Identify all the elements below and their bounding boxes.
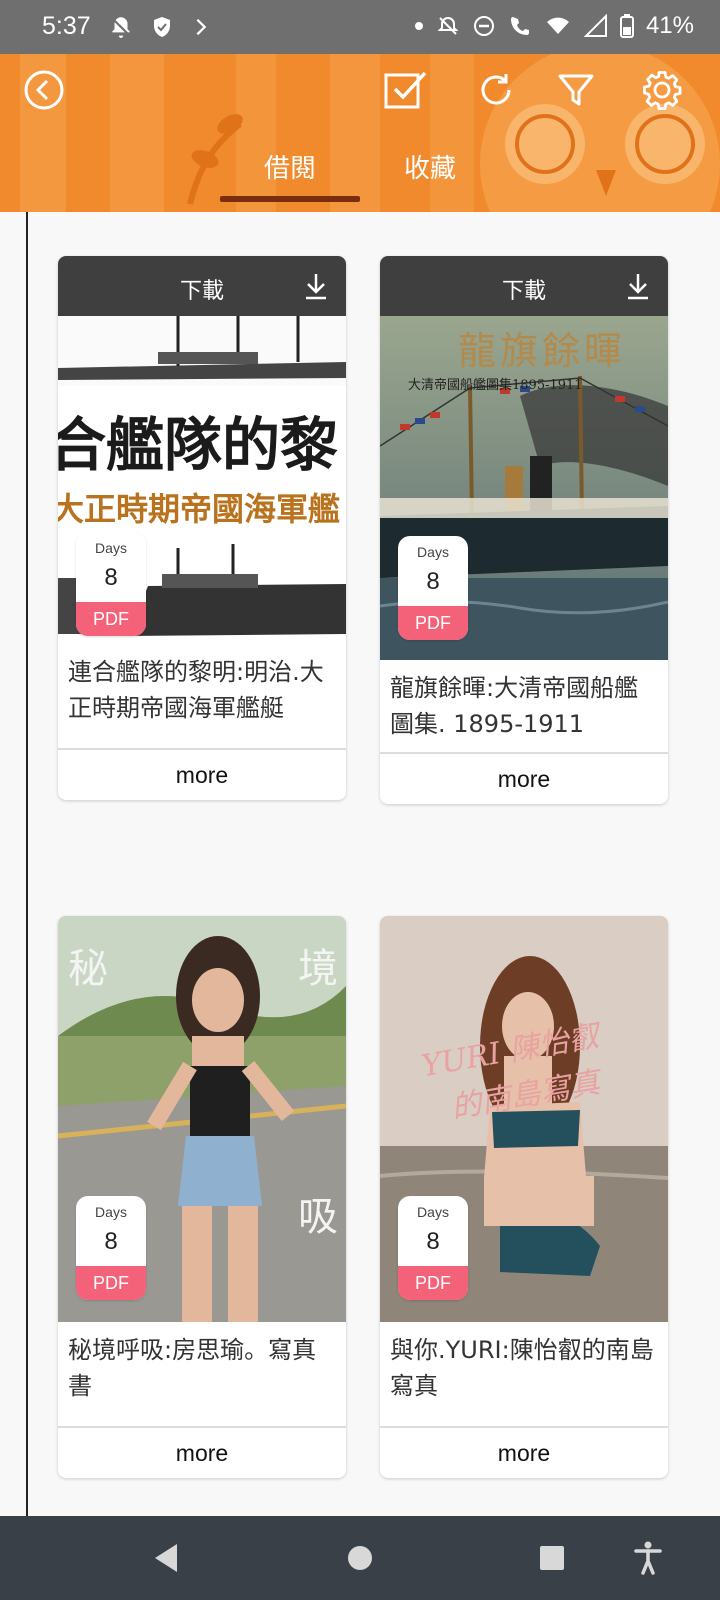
nav-back-button[interactable] xyxy=(144,1536,188,1580)
loan-days-badge: Days 8 PDF xyxy=(76,1196,146,1300)
days-label: Days xyxy=(95,1204,127,1220)
loan-days-badge: Days 8 PDF xyxy=(76,532,146,636)
settings-icon xyxy=(643,71,682,110)
download-icon xyxy=(628,274,648,300)
cover-subtitle-text: 大正時期帝國海軍艦 xyxy=(58,490,341,528)
alarm-off-icon xyxy=(437,16,459,35)
loan-days-badge: Days 8 PDF xyxy=(398,1196,468,1300)
status-left-icons xyxy=(108,14,212,40)
nav-accessibility-button[interactable] xyxy=(626,1536,670,1580)
download-label: 下載 xyxy=(179,279,224,304)
nav-home-button[interactable] xyxy=(338,1536,382,1580)
tab-borrow[interactable]: 借閱 xyxy=(220,148,360,185)
left-divider xyxy=(26,212,28,1516)
checkbox-icon xyxy=(384,71,427,109)
download-label: 下載 xyxy=(501,279,546,304)
format-badge: PDF xyxy=(76,602,146,636)
select-button[interactable] xyxy=(378,62,434,118)
format-badge: PDF xyxy=(398,1266,468,1300)
refresh-icon xyxy=(481,74,511,105)
refresh-button[interactable] xyxy=(468,62,524,118)
book-cover[interactable]: 秘 境 吸 Days 8 PDF xyxy=(58,916,346,1322)
system-nav-bar xyxy=(0,1516,720,1600)
download-button[interactable]: 下載 xyxy=(380,256,668,316)
back-button[interactable] xyxy=(16,62,72,118)
book-card: 秘 境 吸 Days 8 PDF 秘境呼吸:房思瑜。寫真書 more xyxy=(58,916,346,1478)
accessibility-icon xyxy=(634,1541,662,1575)
status-right-icons: 41% xyxy=(414,12,694,40)
battery-percent: 41% xyxy=(645,12,694,39)
book-title[interactable]: 秘境呼吸:房思瑜。寫真書 xyxy=(58,1322,346,1426)
download-icon xyxy=(306,274,326,300)
days-label: Days xyxy=(95,540,127,556)
nav-recents-button[interactable] xyxy=(530,1536,574,1580)
download-button[interactable]: 下載 xyxy=(58,256,346,316)
loan-days-badge: Days 8 PDF xyxy=(398,536,468,640)
book-cover[interactable]: YURI 陳怡叡 的南島寫真 Days 8 PDF xyxy=(380,916,668,1322)
battery-icon xyxy=(619,14,634,38)
cover-char-text: 吸 xyxy=(298,1194,338,1240)
book-cover[interactable]: 龍旗餘暉 大清帝國船艦圖集1895-1911 Days 8 PDF xyxy=(380,316,668,660)
wifi-call-icon xyxy=(510,17,529,35)
days-remaining: 8 xyxy=(426,568,440,595)
book-card: YURI 陳怡叡 的南島寫真 Days 8 PDF 與你.YURI:陳怡叡的南島… xyxy=(380,916,668,1478)
bookshelf-grid: 下載 合艦隊的黎 大正時期帝國海軍艦 Days 8 PDF 連合艦隊的黎明:明治… xyxy=(0,212,720,1516)
book-card: 下載 龍旗餘暉 大清帝國船艦圖集1895-1911 Days 8 PDF 龍旗餘… xyxy=(380,256,668,804)
do-not-disturb-icon xyxy=(473,16,494,36)
book-title[interactable]: 龍旗餘暉:大清帝國船艦圖集. 1895-1911 xyxy=(380,660,668,752)
cover-title-text: 合艦隊的黎 xyxy=(58,411,339,479)
status-time: 5:37 xyxy=(42,12,91,40)
back-triangle-icon xyxy=(155,1544,177,1572)
format-badge: PDF xyxy=(76,1266,146,1300)
cover-char-text: 境 xyxy=(298,946,338,992)
filter-button[interactable] xyxy=(548,62,604,118)
cover-subtitle-text: 大清帝國船艦圖集1895-1911 xyxy=(408,378,583,393)
book-title[interactable]: 連合艦隊的黎明:明治.大正時期帝國海軍艦艇 xyxy=(58,644,346,748)
book-title[interactable]: 與你.YURI:陳怡叡的南島寫真 xyxy=(380,1322,668,1426)
days-label: Days xyxy=(417,1204,449,1220)
days-remaining: 8 xyxy=(104,564,118,591)
settings-button[interactable] xyxy=(634,62,690,118)
status-bar: 5:37 41% xyxy=(0,0,720,54)
wifi-icon xyxy=(546,17,569,34)
cover-char-text: 秘 xyxy=(68,946,108,992)
book-card: 下載 合艦隊的黎 大正時期帝國海軍艦 Days 8 PDF 連合艦隊的黎明:明治… xyxy=(58,256,346,800)
more-button[interactable]: more xyxy=(58,748,346,800)
cover-title-text: 龍旗餘暉 xyxy=(458,329,627,373)
tab-favorites[interactable]: 收藏 xyxy=(360,148,500,185)
format-badge: PDF xyxy=(398,606,468,640)
more-button[interactable]: more xyxy=(380,752,668,804)
signal-icon xyxy=(583,14,607,37)
app-header: 借閱 收藏 xyxy=(0,54,720,212)
more-button[interactable]: more xyxy=(58,1426,346,1478)
days-remaining: 8 xyxy=(426,1228,440,1255)
days-remaining: 8 xyxy=(104,1228,118,1255)
owl-forest-background xyxy=(0,54,720,212)
filter-icon xyxy=(558,74,594,106)
dot-icon xyxy=(414,22,423,30)
active-tab-indicator xyxy=(220,196,360,202)
home-circle-icon xyxy=(348,1546,372,1570)
book-cover[interactable]: 合艦隊的黎 大正時期帝國海軍艦 Days 8 PDF xyxy=(58,316,346,644)
back-circle-icon xyxy=(24,70,64,110)
chevron-right-icon xyxy=(196,18,207,36)
more-button[interactable]: more xyxy=(380,1426,668,1478)
days-label: Days xyxy=(417,544,449,560)
recents-square-icon xyxy=(540,1546,564,1570)
shield-icon xyxy=(154,17,170,37)
notifications-off-icon xyxy=(111,17,131,38)
